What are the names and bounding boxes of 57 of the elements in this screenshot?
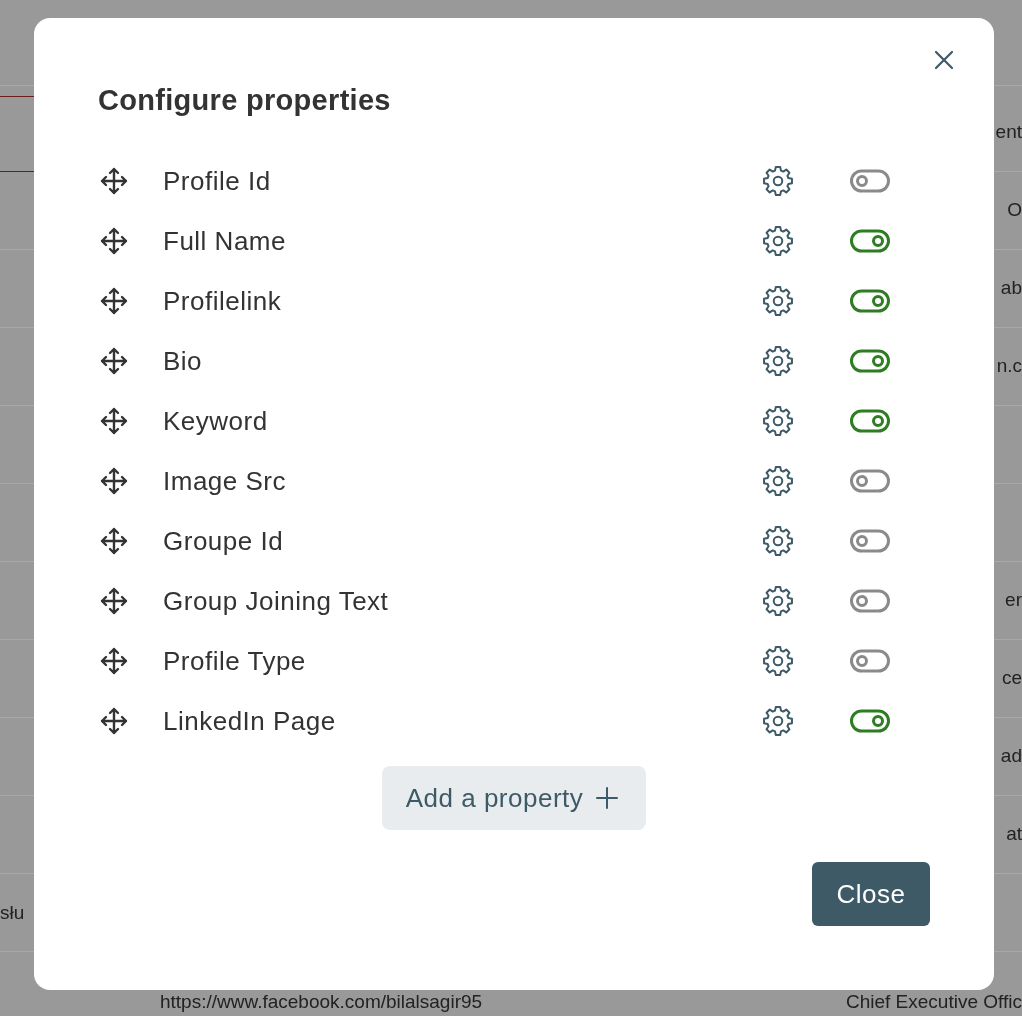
move-icon[interactable] — [98, 285, 130, 317]
settings-icon[interactable] — [762, 165, 794, 197]
move-icon[interactable] — [98, 465, 130, 497]
toggle-switch[interactable] — [850, 409, 890, 433]
move-icon[interactable] — [98, 585, 130, 617]
settings-icon[interactable] — [762, 585, 794, 617]
toggle-switch[interactable] — [850, 349, 890, 373]
close-button[interactable]: Close — [812, 862, 930, 926]
plus-icon — [595, 786, 620, 810]
toggle-switch[interactable] — [850, 709, 890, 733]
table-cell: ce — [1001, 666, 1022, 688]
move-icon[interactable] — [98, 645, 130, 677]
toggle-switch[interactable] — [850, 529, 890, 553]
toggle-switch[interactable] — [850, 589, 890, 613]
table-cell: at — [1006, 822, 1022, 844]
move-icon[interactable] — [98, 165, 130, 197]
settings-icon[interactable] — [762, 645, 794, 677]
table-cell: n.c — [996, 354, 1022, 376]
settings-icon[interactable] — [762, 465, 794, 497]
move-icon[interactable] — [98, 525, 130, 557]
property-label: Bio — [163, 346, 203, 376]
property-label: Group Joining Text — [163, 586, 389, 616]
move-icon[interactable] — [98, 405, 130, 437]
settings-icon[interactable] — [762, 525, 794, 557]
table-cell: er — [1005, 588, 1022, 610]
table-cell: ad — [1000, 744, 1022, 766]
table-cell: Chief Executive Offic — [846, 991, 1022, 1012]
settings-icon[interactable] — [762, 705, 794, 737]
dialog-title: Configure properties — [98, 84, 391, 116]
property-label: Profilelink — [163, 286, 282, 316]
settings-icon[interactable] — [762, 345, 794, 377]
toggle-switch[interactable] — [850, 229, 890, 253]
settings-icon[interactable] — [762, 405, 794, 437]
close-button[interactable] — [932, 48, 956, 72]
move-icon[interactable] — [98, 345, 130, 377]
table-cell: ab — [1000, 276, 1022, 298]
table-cell: https://www.facebook.com/bilalsagir95 — [160, 991, 483, 1012]
property-label: Groupe Id — [163, 526, 284, 556]
property-label: Profile Id — [163, 166, 271, 196]
toggle-switch[interactable] — [850, 469, 890, 493]
table-cell: słu — [0, 901, 25, 924]
toggle-switch[interactable] — [850, 169, 890, 193]
settings-icon[interactable] — [762, 225, 794, 257]
table-cell: ent — [995, 120, 1022, 142]
property-label: Profile Type — [163, 646, 306, 676]
property-label: Full Name — [163, 226, 286, 256]
add-property-button[interactable]: Add a property — [381, 766, 647, 830]
settings-icon[interactable] — [762, 285, 794, 317]
table-cell: O — [1007, 198, 1022, 220]
property-label: LinkedIn Page — [163, 706, 336, 736]
property-label: Image Src — [163, 466, 286, 496]
close-icon — [932, 48, 956, 72]
property-label: Keyword — [163, 406, 268, 436]
move-icon[interactable] — [98, 225, 130, 257]
move-icon[interactable] — [98, 705, 130, 737]
toggle-switch[interactable] — [850, 289, 890, 313]
toggle-switch[interactable] — [850, 649, 890, 673]
